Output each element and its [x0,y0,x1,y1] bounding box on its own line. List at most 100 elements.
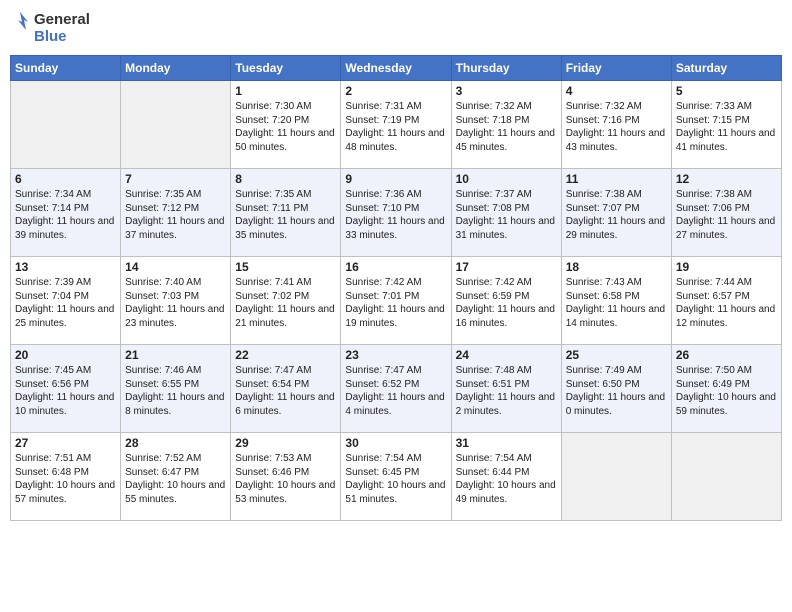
cell-details: Sunrise: 7:33 AM Sunset: 7:15 PM Dayligh… [676,100,777,154]
logo-blue: Blue [34,29,90,46]
calendar-cell: 17 Sunrise: 7:42 AM Sunset: 6:59 PM Dayli… [451,257,561,345]
cell-details: Sunrise: 7:36 AM Sunset: 7:10 PM Dayligh… [345,188,446,242]
day-number: 3 [456,84,557,98]
calendar-cell: 11 Sunrise: 7:38 AM Sunset: 7:07 PM Dayli… [561,169,671,257]
day-header-tuesday: Tuesday [231,56,341,81]
cell-details: Sunrise: 7:38 AM Sunset: 7:07 PM Dayligh… [566,188,667,242]
day-header-thursday: Thursday [451,56,561,81]
calendar-cell: 12 Sunrise: 7:38 AM Sunset: 7:06 PM Dayli… [671,169,781,257]
calendar-cell: 26 Sunrise: 7:50 AM Sunset: 6:49 PM Dayli… [671,345,781,433]
cell-details: Sunrise: 7:54 AM Sunset: 6:44 PM Dayligh… [456,452,557,506]
calendar-cell: 29Sunrise: 7:53 AM Sunset: 6:46 PM Dayli… [231,433,341,521]
cell-details: Sunrise: 7:37 AM Sunset: 7:08 PM Dayligh… [456,188,557,242]
calendar-cell: 20 Sunrise: 7:45 AM Sunset: 6:56 PM Dayli… [11,345,121,433]
day-number: 31 [456,436,557,450]
day-number: 6 [15,172,116,186]
day-number: 8 [235,172,336,186]
week-row-2: 6 Sunrise: 7:34 AM Sunset: 7:14 PM Daylig… [11,169,782,257]
day-header-sunday: Sunday [11,56,121,81]
day-number: 22 [235,348,336,362]
day-number: 26 [676,348,777,362]
logo: General Blue [10,10,90,47]
day-number: 25 [566,348,667,362]
cell-details: Sunrise: 7:42 AM Sunset: 6:59 PM Dayligh… [456,276,557,330]
cell-details: Sunrise: 7:50 AM Sunset: 6:49 PM Dayligh… [676,364,777,418]
day-header-saturday: Saturday [671,56,781,81]
day-number: 15 [235,260,336,274]
calendar-cell: 23 Sunrise: 7:47 AM Sunset: 6:52 PM Dayli… [341,345,451,433]
calendar-table: SundayMondayTuesdayWednesdayThursdayFrid… [10,55,782,521]
calendar-cell: 8Sunrise: 7:35 AM Sunset: 7:11 PM Daylig… [231,169,341,257]
cell-details: Sunrise: 7:30 AM Sunset: 7:20 PM Dayligh… [235,100,336,154]
cell-details: Sunrise: 7:45 AM Sunset: 6:56 PM Dayligh… [15,364,116,418]
day-header-monday: Monday [121,56,231,81]
calendar-cell: 10 Sunrise: 7:37 AM Sunset: 7:08 PM Dayli… [451,169,561,257]
calendar-cell [11,81,121,169]
day-number: 11 [566,172,667,186]
calendar-cell: 4 Sunrise: 7:32 AM Sunset: 7:16 PM Daylig… [561,81,671,169]
calendar-cell: 22 Sunrise: 7:47 AM Sunset: 6:54 PM Dayli… [231,345,341,433]
calendar-cell: 19Sunrise: 7:44 AM Sunset: 6:57 PM Dayli… [671,257,781,345]
calendar-cell: 16Sunrise: 7:42 AM Sunset: 7:01 PM Dayli… [341,257,451,345]
day-number: 20 [15,348,116,362]
day-number: 16 [345,260,446,274]
day-number: 13 [15,260,116,274]
calendar-cell: 28Sunrise: 7:52 AM Sunset: 6:47 PM Dayli… [121,433,231,521]
week-row-3: 13 Sunrise: 7:39 AM Sunset: 7:04 PM Dayli… [11,257,782,345]
week-row-4: 20 Sunrise: 7:45 AM Sunset: 6:56 PM Dayli… [11,345,782,433]
calendar-cell [121,81,231,169]
cell-details: Sunrise: 7:48 AM Sunset: 6:51 PM Dayligh… [456,364,557,418]
cell-details: Sunrise: 7:39 AM Sunset: 7:04 PM Dayligh… [15,276,116,330]
header-row: SundayMondayTuesdayWednesdayThursdayFrid… [11,56,782,81]
calendar-cell [671,433,781,521]
calendar-cell: 15Sunrise: 7:41 AM Sunset: 7:02 PM Dayli… [231,257,341,345]
week-row-1: 1 Sunrise: 7:30 AM Sunset: 7:20 PM Daylig… [11,81,782,169]
day-number: 27 [15,436,116,450]
day-number: 17 [456,260,557,274]
cell-details: Sunrise: 7:51 AM Sunset: 6:48 PM Dayligh… [15,452,116,506]
day-number: 7 [125,172,226,186]
page-header: General Blue [10,10,782,47]
calendar-cell: 30Sunrise: 7:54 AM Sunset: 6:45 PM Dayli… [341,433,451,521]
cell-details: Sunrise: 7:44 AM Sunset: 6:57 PM Dayligh… [676,276,777,330]
day-number: 24 [456,348,557,362]
day-number: 28 [125,436,226,450]
day-number: 14 [125,260,226,274]
day-number: 12 [676,172,777,186]
logo-general: General [34,12,90,29]
day-number: 10 [456,172,557,186]
cell-details: Sunrise: 7:31 AM Sunset: 7:19 PM Dayligh… [345,100,446,154]
calendar-cell: 24 Sunrise: 7:48 AM Sunset: 6:51 PM Dayli… [451,345,561,433]
calendar-cell: 9 Sunrise: 7:36 AM Sunset: 7:10 PM Daylig… [341,169,451,257]
day-number: 18 [566,260,667,274]
cell-details: Sunrise: 7:54 AM Sunset: 6:45 PM Dayligh… [345,452,446,506]
day-header-wednesday: Wednesday [341,56,451,81]
day-number: 9 [345,172,446,186]
calendar-cell: 25 Sunrise: 7:49 AM Sunset: 6:50 PM Dayli… [561,345,671,433]
cell-details: Sunrise: 7:49 AM Sunset: 6:50 PM Dayligh… [566,364,667,418]
calendar-cell: 7 Sunrise: 7:35 AM Sunset: 7:12 PM Daylig… [121,169,231,257]
calendar-cell: 27 Sunrise: 7:51 AM Sunset: 6:48 PM Dayli… [11,433,121,521]
day-number: 5 [676,84,777,98]
cell-details: Sunrise: 7:35 AM Sunset: 7:12 PM Dayligh… [125,188,226,242]
cell-details: Sunrise: 7:38 AM Sunset: 7:06 PM Dayligh… [676,188,777,242]
cell-details: Sunrise: 7:47 AM Sunset: 6:54 PM Dayligh… [235,364,336,418]
calendar-cell: 6 Sunrise: 7:34 AM Sunset: 7:14 PM Daylig… [11,169,121,257]
cell-details: Sunrise: 7:32 AM Sunset: 7:16 PM Dayligh… [566,100,667,154]
day-number: 21 [125,348,226,362]
day-number: 4 [566,84,667,98]
cell-details: Sunrise: 7:53 AM Sunset: 6:46 PM Dayligh… [235,452,336,506]
day-number: 23 [345,348,446,362]
cell-details: Sunrise: 7:46 AM Sunset: 6:55 PM Dayligh… [125,364,226,418]
calendar-cell: 2Sunrise: 7:31 AM Sunset: 7:19 PM Daylig… [341,81,451,169]
cell-details: Sunrise: 7:47 AM Sunset: 6:52 PM Dayligh… [345,364,446,418]
calendar-cell: 13 Sunrise: 7:39 AM Sunset: 7:04 PM Dayli… [11,257,121,345]
calendar-cell [561,433,671,521]
cell-details: Sunrise: 7:34 AM Sunset: 7:14 PM Dayligh… [15,188,116,242]
cell-details: Sunrise: 7:32 AM Sunset: 7:18 PM Dayligh… [456,100,557,154]
calendar-cell: 21 Sunrise: 7:46 AM Sunset: 6:55 PM Dayli… [121,345,231,433]
cell-details: Sunrise: 7:43 AM Sunset: 6:58 PM Dayligh… [566,276,667,330]
calendar-cell: 3 Sunrise: 7:32 AM Sunset: 7:18 PM Daylig… [451,81,561,169]
calendar-cell: 14Sunrise: 7:40 AM Sunset: 7:03 PM Dayli… [121,257,231,345]
day-number: 1 [235,84,336,98]
